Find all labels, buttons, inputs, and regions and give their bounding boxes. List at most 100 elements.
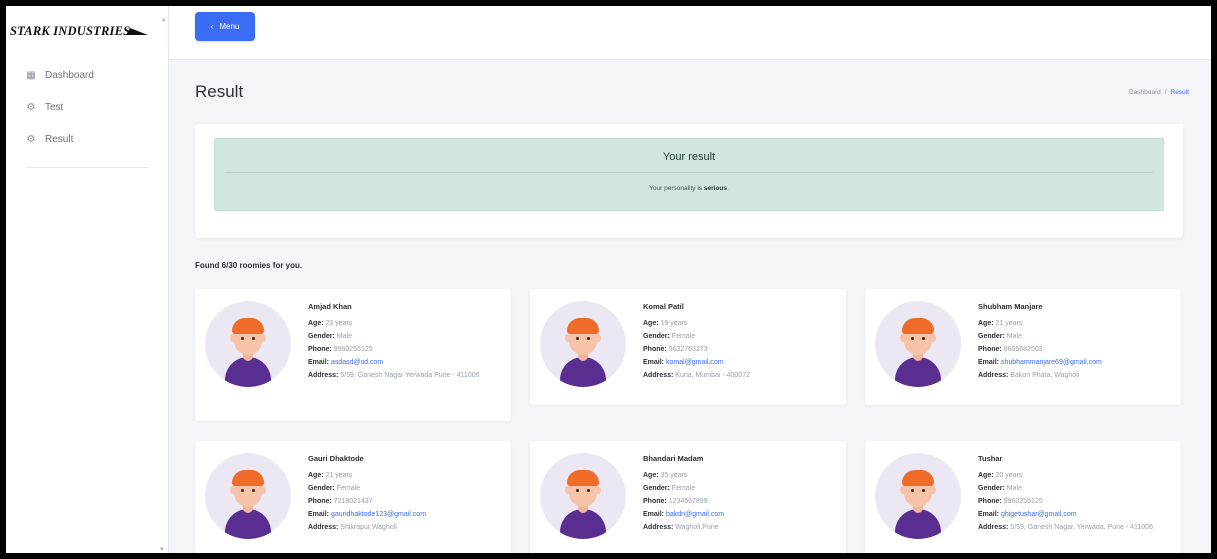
gender-label: Gender: [308,333,335,340]
roomie-name: Tushar [978,454,1003,463]
age-label: Age: [308,320,324,327]
age-label: Age: [308,472,324,479]
phone-value: 8605682503 [1003,346,1043,353]
result-alert: Your result Your personality is serious. [214,138,1164,211]
roomie-age: Age: 19 years [643,317,838,330]
breadcrumb-dashboard[interactable]: Dashboard [1129,89,1161,96]
gender-value: Male [336,333,352,340]
age-label: Age: [978,320,994,327]
avatar [540,453,626,539]
address-label: Address: [308,524,339,531]
cog-icon: ⚙ [26,101,36,113]
gender-value: Female [671,333,696,340]
roomie-age: Age: 21 years [978,317,1173,330]
age-label: Age: [643,472,659,479]
roomie-name: Gauri Dhaktode [308,454,364,463]
sidebar-item-label: Dashboard [45,69,94,81]
age-value: 23 years [325,320,353,327]
grid-icon: ▦ [26,69,36,81]
address-value: Bakori Phata, Wagholi [1010,372,1080,379]
main-content: ‹ Menu Result Dashboard / Result Your resu… [169,6,1211,553]
email-label: Email: [978,359,1000,366]
sidebar-item-result[interactable]: ⚙ Result [6,123,168,155]
page-title: Result [195,82,244,101]
address-value: Shikrapur,Wagholi [340,524,397,531]
phone-value: 9632763273 [668,346,708,353]
roomie-name: Bhandari Madam [643,454,704,463]
roomie-phone: Phone: 9960255125 [978,495,1173,508]
result-text: Your personality is serious. [215,185,1163,192]
menu-button[interactable]: ‹ Menu [195,12,255,41]
email-link[interactable]: ghigetushar@gmail.com [1001,511,1077,518]
address-label: Address: [978,372,1009,379]
address-label: Address: [643,524,674,531]
roomie-card[interactable]: Amjad Khan Age: 23 years Gender: Male Ph… [195,289,511,421]
roomie-card[interactable]: Komal Patil Age: 19 years Gender: Female… [530,289,846,405]
brand-logo[interactable]: STARK INDUSTRIES [10,20,168,42]
roomie-email: Email: shubhammanjare69@gmail.com [978,356,1173,369]
roomie-card[interactable]: Bhandari Madam Age: 35 years Gender: Fem… [530,441,846,553]
sidebar-item-test[interactable]: ⚙ Test [6,91,168,123]
phone-label: Phone: [643,346,667,353]
email-label: Email: [643,511,665,518]
roomie-address: Address: 5/59, Ganesh Nagar, Yerwada, Pu… [978,521,1173,534]
sidebar-item-label: Test [45,101,64,113]
breadcrumb-current: Result [1170,88,1189,96]
roomie-phone: Phone: 9632763273 [643,343,838,356]
email-link[interactable]: gauridhaktode123@gmail.com [331,511,426,518]
age-value: 35 years [660,472,688,479]
gender-label: Gender: [643,485,670,492]
scroll-up-icon[interactable]: ▴ [162,16,166,23]
age-value: 21 years [325,472,353,479]
roomie-address: Address: 5/59, Ganesh Nagar Yerwada Pune… [308,369,503,382]
email-link[interactable]: bakdn@gmail.com [666,511,724,518]
roomie-card[interactable]: Tushar Age: 20 years Gender: Male Phone:… [865,441,1181,553]
roomie-address: Address: Shikrapur,Wagholi [308,521,503,534]
breadcrumb: Dashboard / Result [1129,89,1189,96]
roomie-age: Age: 20 years [978,469,1173,482]
email-link[interactable]: asdasd@sd.com [331,359,383,366]
roomie-age: Age: 23 years [308,317,503,330]
result-divider [225,172,1153,173]
roomie-card[interactable]: Gauri Dhaktode Age: 21 years Gender: Fem… [195,441,511,553]
address-value: Kurla, Mumbai - 400072 [675,372,751,379]
phone-label: Phone: [308,346,332,353]
logo-text: STARK INDUSTRIES [10,23,131,38]
email-link[interactable]: shubhammanjare69@gmail.com [1001,359,1102,366]
roomie-phone: Phone: 1234567899 [643,495,838,508]
roomie-phone: Phone: 9960255125 [308,343,503,356]
roomie-email: Email: bakdn@gmail.com [643,508,838,521]
roomie-name: Komal Patil [643,302,684,311]
address-value: Wagholi,Pune [675,524,719,531]
result-title: Your result [662,151,716,163]
age-label: Age: [978,472,994,479]
scroll-down-icon[interactable]: ▾ [160,545,166,553]
roomie-gender: Gender: Female [643,330,838,343]
roomie-gender: Gender: Male [978,330,1173,343]
sidebar: STARK INDUSTRIES ▴ ▦ Dashboard ⚙ Test ⚙ … [6,6,169,553]
email-link[interactable]: komal@gmail.com [666,359,724,366]
topbar: ‹ Menu [169,6,1211,60]
gender-label: Gender: [978,485,1005,492]
age-value: 21 years [995,320,1023,327]
roomie-gender: Gender: Male [308,330,503,343]
sidebar-nav: ▦ Dashboard ⚙ Test ⚙ Result [6,59,168,155]
logo-swoosh-icon [126,27,153,35]
roomie-info: Tushar Age: 20 years Gender: Male Phone:… [978,452,1173,534]
sidebar-item-dashboard[interactable]: ▦ Dashboard [6,59,168,91]
result-text-suffix: . [727,185,729,192]
roomie-phone: Phone: 8605682503 [978,343,1173,356]
personality-value: serious [703,185,727,192]
avatar [205,453,291,539]
email-label: Email: [978,511,1000,518]
roomie-card[interactable]: Shubham Manjare Age: 21 years Gender: Ma… [865,289,1181,405]
roomie-name: Amjad Khan [308,302,352,311]
email-label: Email: [643,359,665,366]
address-value: 5/59, Ganesh Nagar Yerwada Pune - 411006 [340,372,480,379]
page-header: Result Dashboard / Result [195,82,1189,102]
email-label: Email: [308,511,330,518]
roomie-phone: Phone: 7218021437 [308,495,503,508]
menu-button-label: Menu [219,22,240,31]
gender-label: Gender: [978,333,1005,340]
roomie-address: Address: Kurla, Mumbai - 400072 [643,369,838,382]
